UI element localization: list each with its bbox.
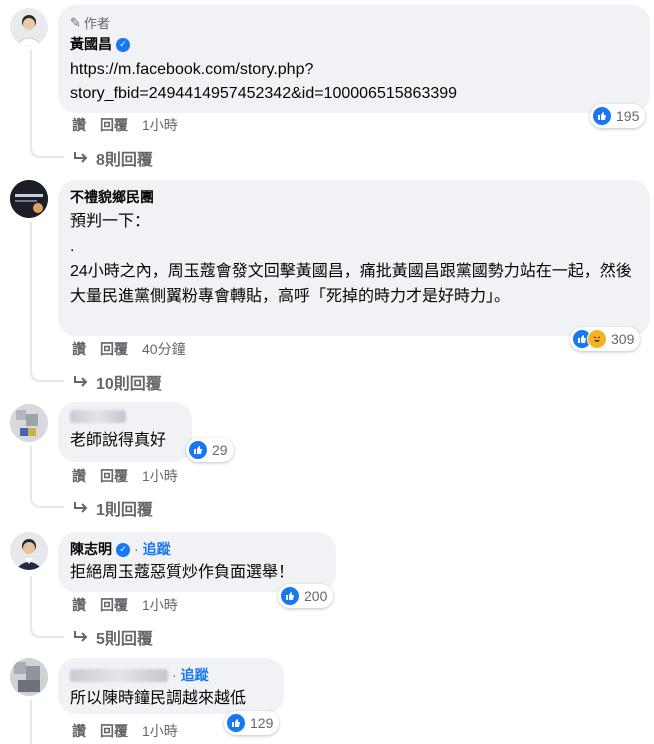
reaction-count: 29 [212, 442, 228, 458]
follow-button[interactable]: 追蹤 [181, 666, 209, 685]
author-name[interactable]: 黃國昌 [70, 35, 112, 54]
author-name[interactable]: 不禮貌鄉民團 [70, 188, 154, 207]
timestamp[interactable]: 1小時 [142, 467, 178, 485]
timestamp[interactable]: 1小時 [142, 116, 178, 134]
blurred-author-name[interactable] [70, 669, 168, 682]
check-badge-icon: ✓ [116, 542, 130, 557]
blurred-author-name [70, 410, 126, 423]
thread-line [30, 446, 64, 508]
reply-arrow-icon [74, 376, 88, 387]
separator-dot: · [134, 541, 139, 557]
comment-actions: 讚 回覆 40分鐘 [72, 340, 186, 358]
view-replies-button[interactable]: 10則回覆 [72, 370, 162, 394]
view-replies-button[interactable]: 5則回覆 [72, 625, 153, 649]
thumbs-up-icon [592, 106, 612, 126]
reaction-summary[interactable]: 129 [224, 711, 280, 735]
timestamp[interactable]: 1小時 [142, 722, 178, 740]
replies-label: 10則回覆 [96, 376, 162, 393]
timestamp[interactable]: 40分鐘 [142, 340, 186, 358]
author-badge: ✎ 作者 [70, 14, 110, 32]
reaction-count: 129 [250, 715, 274, 731]
comment-text: 所以陳時鐘民調越來越低 [70, 690, 247, 707]
replies-label: 8則回覆 [96, 152, 153, 169]
reply-button[interactable]: 回覆 [100, 116, 128, 134]
view-replies-button[interactable]: 1則回覆 [72, 496, 153, 520]
story-link[interactable]: https://m.facebook.com/story.php? story_… [70, 61, 457, 102]
check-badge-icon: ✓ [116, 37, 130, 52]
pencil-icon: ✎ [70, 14, 81, 30]
like-button[interactable]: 讚 [72, 596, 86, 614]
comment-text: 拒絕周玉蔻惡質炒作負面選舉！ [70, 564, 295, 581]
laughing-face-icon [587, 329, 607, 349]
reply-button[interactable]: 回覆 [100, 467, 128, 485]
reply-arrow-icon [74, 502, 88, 513]
like-button[interactable]: 讚 [72, 116, 86, 134]
comment-text[interactable]: https://m.facebook.com/story.php? story_… [70, 58, 638, 106]
follow-button[interactable]: 追蹤 [143, 540, 171, 559]
replies-label: 5則回覆 [96, 631, 153, 648]
reaction-summary[interactable]: 29 [186, 438, 234, 462]
comment-actions: 讚 回覆 1小時 [72, 722, 178, 740]
comment-actions: 讚 回覆 1小時 [72, 467, 178, 485]
avatar[interactable] [10, 532, 48, 570]
like-button[interactable]: 讚 [72, 340, 86, 358]
reply-button[interactable]: 回覆 [100, 596, 128, 614]
replies-label: 1則回覆 [96, 502, 153, 519]
avatar[interactable] [10, 404, 48, 442]
author-name[interactable] [70, 410, 180, 423]
thumbs-up-icon [226, 713, 246, 733]
view-replies-button[interactable]: 8則回覆 [72, 146, 153, 170]
comment-bubble: ✎ 作者 黃國昌 ✓ https://m.facebook.com/story.… [58, 5, 650, 113]
reply-button[interactable]: 回覆 [100, 722, 128, 740]
comment-bubble: · 追蹤 所以陳時鐘民調越來越低 [58, 658, 284, 714]
comment-bubble: 不禮貌鄉民團 預判一下： . 24小時之內，周玉蔻會發文回擊黃國昌，痛批黃國昌跟… [58, 180, 650, 336]
reply-button[interactable]: 回覆 [100, 340, 128, 358]
avatar[interactable] [10, 8, 48, 46]
comment-bubble: 陳志明 ✓ · 追蹤 拒絕周玉蔻惡質炒作負面選舉！ [58, 532, 336, 592]
like-button[interactable]: 讚 [72, 722, 86, 740]
avatar[interactable] [10, 180, 48, 218]
reply-arrow-icon [74, 152, 88, 163]
like-button[interactable]: 讚 [72, 467, 86, 485]
comment-text: 預判一下： . 24小時之內，周玉蔻會發文回擊黃國昌，痛批黃國昌跟黨國勢力站在一… [70, 213, 632, 305]
author-name[interactable]: 陳志明 [70, 540, 112, 559]
reaction-count: 200 [304, 588, 328, 604]
thread-line [30, 700, 34, 744]
reply-arrow-icon [74, 631, 88, 642]
reaction-count: 195 [616, 108, 640, 124]
reaction-count: 309 [611, 331, 635, 347]
thumbs-up-icon [188, 440, 208, 460]
separator-dot: · [172, 667, 177, 683]
avatar[interactable] [10, 658, 48, 696]
comment-text: 老師說得真好 [70, 432, 167, 449]
comment-actions: 讚 回覆 1小時 [72, 596, 178, 614]
reaction-summary[interactable]: 200 [278, 584, 334, 608]
comment-bubble: 老師說得真好 [58, 402, 192, 462]
timestamp[interactable]: 1小時 [142, 596, 178, 614]
comment-actions: 讚 回覆 1小時 [72, 116, 178, 134]
reaction-summary[interactable]: 195 [590, 104, 646, 128]
thumbs-up-icon [280, 586, 300, 606]
thread-line [30, 576, 64, 638]
reaction-summary[interactable]: 309 [570, 327, 641, 351]
